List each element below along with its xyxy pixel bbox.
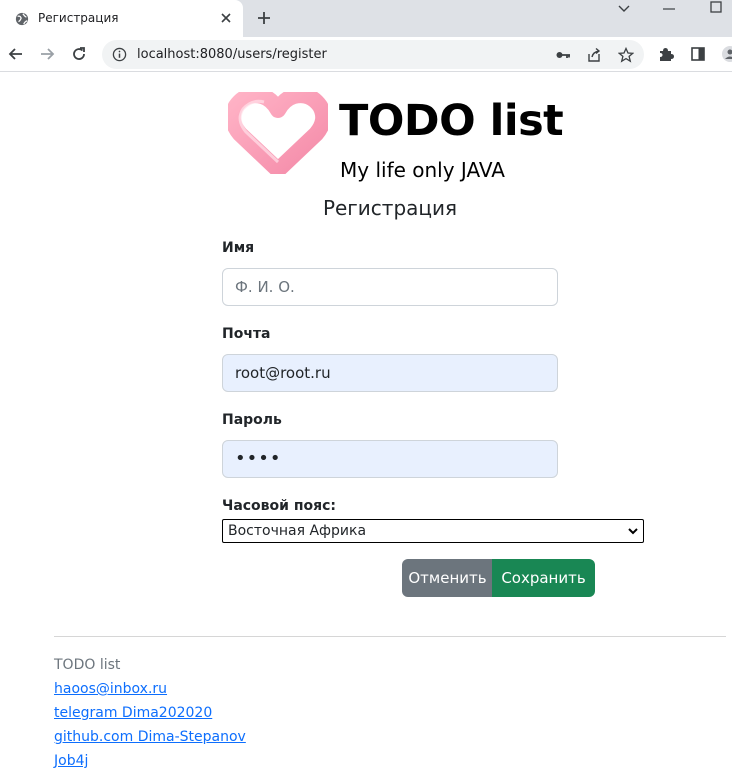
star-icon[interactable]	[618, 47, 634, 63]
back-arrow-icon[interactable]	[7, 45, 25, 63]
browser-toolbar: localhost:8080/users/register	[0, 37, 732, 72]
browser-tab-strip: Регистрация	[0, 0, 732, 37]
info-icon[interactable]	[112, 47, 127, 62]
form-title: Регистрация	[322, 196, 458, 220]
heart-logo-icon	[228, 92, 328, 174]
footer-link-job4j[interactable]: Job4j	[54, 753, 88, 769]
password-value: ••••	[235, 448, 282, 469]
name-placeholder: Ф. И. О.	[235, 278, 295, 296]
url-text: localhost:8080/users/register	[137, 47, 327, 62]
email-label: Почта	[222, 326, 271, 342]
close-tab-icon[interactable]	[218, 10, 234, 26]
forward-arrow-icon[interactable]	[38, 45, 56, 63]
footer-link-email[interactable]: haoos@inbox.ru	[54, 681, 167, 697]
email-value: root@root.ru	[235, 364, 331, 382]
browser-tab[interactable]: Регистрация	[0, 0, 243, 37]
extensions-puzzle-icon[interactable]	[658, 46, 674, 62]
name-input[interactable]: Ф. И. О.	[222, 268, 558, 306]
reload-icon[interactable]	[70, 45, 88, 63]
footer-divider	[54, 636, 726, 637]
footer-brand: TODO list	[54, 657, 121, 673]
minimize-icon[interactable]	[660, 0, 678, 18]
name-label: Имя	[222, 240, 255, 256]
password-label: Пароль	[222, 412, 282, 428]
timezone-label: Часовой пояс:	[222, 498, 337, 514]
share-icon[interactable]	[586, 47, 602, 63]
password-input[interactable]: ••••	[222, 440, 558, 478]
address-bar[interactable]: localhost:8080/users/register	[102, 40, 644, 69]
timezone-select[interactable]: Восточная Африка	[222, 519, 644, 543]
new-tab-icon[interactable]	[255, 9, 273, 27]
maximize-icon[interactable]	[707, 0, 725, 18]
chevron-down-icon	[628, 528, 638, 535]
footer-link-github[interactable]: github.com Dima-Stepanov	[54, 729, 246, 745]
app-subtitle: My life only JAVA	[340, 158, 505, 182]
globe-icon	[15, 12, 29, 26]
footer-link-telegram[interactable]: telegram Dima202020	[54, 705, 212, 721]
profile-avatar-icon[interactable]	[720, 46, 732, 62]
save-button[interactable]: Сохранить	[492, 559, 595, 597]
email-input[interactable]: root@root.ru	[222, 354, 558, 392]
page-content: TODO list My life only JAVA Регистрация …	[0, 72, 732, 783]
timezone-selected-value: Восточная Африка	[228, 523, 367, 539]
app-title: TODO list	[339, 96, 564, 146]
side-panel-icon[interactable]	[690, 46, 706, 62]
chevron-down-icon[interactable]	[615, 0, 633, 18]
cancel-button[interactable]: Отменить	[402, 559, 493, 597]
tab-title: Регистрация	[38, 11, 119, 25]
key-icon[interactable]	[555, 47, 571, 63]
